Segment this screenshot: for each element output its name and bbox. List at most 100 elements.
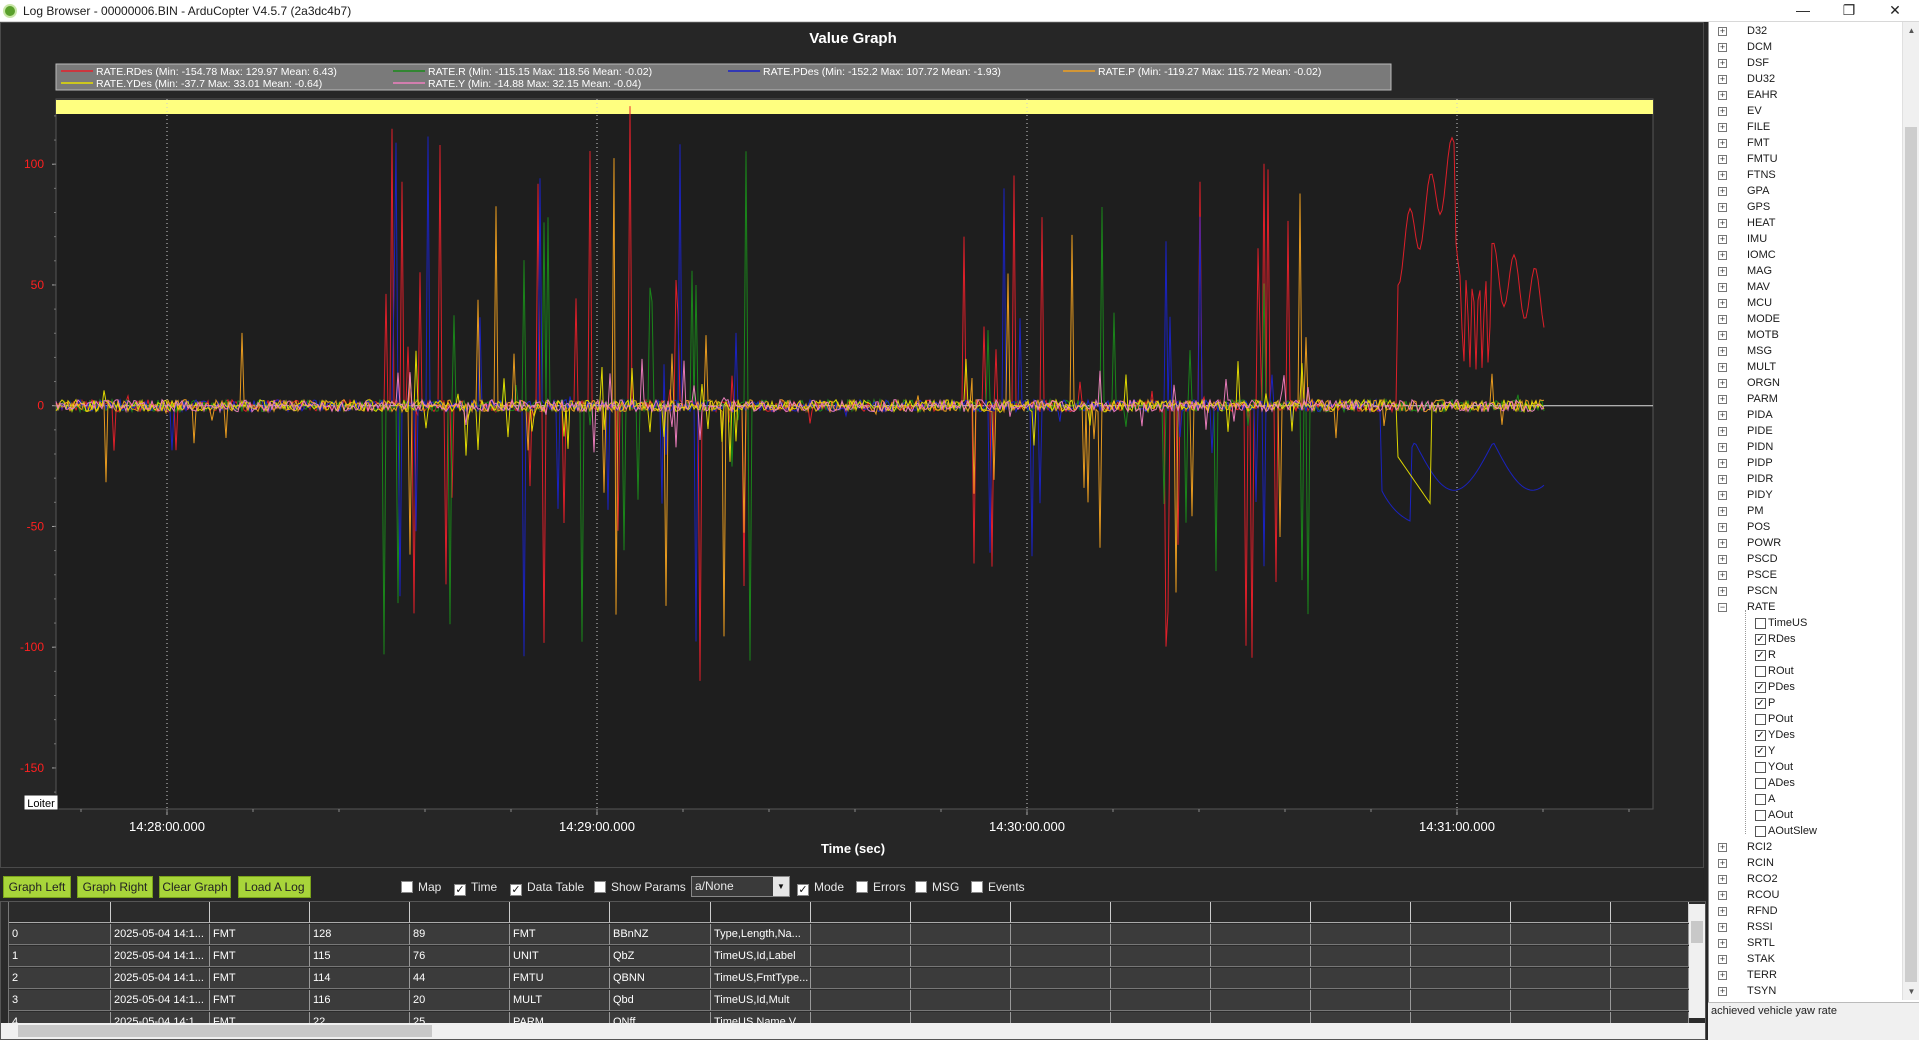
expand-icon[interactable]: + (1718, 123, 1727, 132)
tree-node-heat[interactable]: + HEAT (1709, 216, 1899, 232)
column-header[interactable] (210, 902, 310, 923)
table-cell[interactable] (1611, 946, 1689, 967)
table-cell[interactable]: BBnNZ (610, 924, 711, 945)
expand-icon[interactable]: + (1718, 91, 1727, 100)
tree-node-fmt[interactable]: + FMT (1709, 136, 1899, 152)
collapse-icon[interactable]: − (1718, 603, 1727, 612)
column-header[interactable] (1511, 902, 1611, 923)
combo-arrow-icon[interactable]: ▼ (773, 877, 789, 896)
tree-field-yout[interactable]: YOut (1709, 760, 1899, 776)
expand-icon[interactable]: + (1718, 43, 1727, 52)
tree-field-r[interactable]: ✓ R (1709, 648, 1899, 664)
tree-node-srtl[interactable]: + SRTL (1709, 936, 1899, 952)
expand-icon[interactable]: + (1718, 235, 1727, 244)
graph-right-button[interactable]: Graph Right (77, 876, 153, 898)
table-cell[interactable]: 20 (410, 990, 510, 1011)
expand-icon[interactable]: + (1718, 395, 1727, 404)
table-cell[interactable]: QbZ (610, 946, 711, 967)
column-header[interactable] (510, 902, 610, 923)
tree-node-pide[interactable]: + PIDE (1709, 424, 1899, 440)
tree-node-rssi[interactable]: + RSSI (1709, 920, 1899, 936)
tree-node-iomc[interactable]: + IOMC (1709, 248, 1899, 264)
map-checkbox[interactable]: Map (401, 880, 441, 896)
table-cell[interactable]: FMTU (510, 968, 610, 989)
events-checkbox[interactable]: Events (971, 880, 1025, 896)
tree-field-aout[interactable]: AOut (1709, 808, 1899, 824)
expand-icon[interactable]: + (1718, 427, 1727, 436)
column-header[interactable] (811, 902, 911, 923)
table-cell[interactable] (1411, 968, 1511, 989)
table-cell[interactable]: FMT (210, 946, 310, 967)
graph-left-button[interactable]: Graph Left (3, 876, 71, 898)
map-checkbox-box[interactable] (401, 881, 413, 893)
column-header[interactable] (1611, 902, 1689, 923)
errors-checkbox[interactable]: Errors (856, 880, 906, 896)
tree-field-rout[interactable]: ROut (1709, 664, 1899, 680)
table-cell[interactable] (1211, 968, 1311, 989)
table-cell[interactable]: 0 (9, 924, 111, 945)
table-cell[interactable]: 2025-05-04 14:1... (111, 946, 210, 967)
field-checkbox[interactable] (1755, 826, 1766, 837)
tree-node-pidn[interactable]: + PIDN (1709, 440, 1899, 456)
column-header[interactable] (111, 902, 210, 923)
expand-icon[interactable]: + (1718, 299, 1727, 308)
time-checkbox-box[interactable]: ✓ (454, 884, 466, 896)
tree-node-rcou[interactable]: + RCOU (1709, 888, 1899, 904)
log-data-table[interactable]: 0 2025-05-04 14:1... FMT 128 89 FMT BBnNZ Type,… (0, 901, 1706, 1040)
table-cell[interactable]: 2025-05-04 14:1... (111, 968, 210, 989)
tree-node-rcin[interactable]: + RCIN (1709, 856, 1899, 872)
expand-icon[interactable]: + (1718, 363, 1727, 372)
table-cell[interactable]: FMT (210, 990, 310, 1011)
table-cell[interactable]: TimeUS,Id,Label (711, 946, 811, 967)
time-checkbox[interactable]: ✓ Time (454, 880, 497, 896)
tree-node-dsf[interactable]: + DSF (1709, 56, 1899, 72)
mode-checkbox[interactable]: ✓ Mode (797, 880, 844, 896)
expand-icon[interactable]: + (1718, 171, 1727, 180)
table-cell[interactable] (1611, 968, 1689, 989)
tree-node-psce[interactable]: + PSCE (1709, 568, 1899, 584)
table-cell[interactable] (911, 968, 1011, 989)
table-cell[interactable] (1311, 946, 1411, 967)
events-checkbox-box[interactable] (971, 881, 983, 893)
table-cell[interactable]: QBNN (610, 968, 711, 989)
table-cell[interactable] (911, 946, 1011, 967)
expand-icon[interactable]: + (1718, 555, 1727, 564)
tree-field-pout[interactable]: POut (1709, 712, 1899, 728)
field-checkbox[interactable] (1755, 762, 1766, 773)
table-cell[interactable] (1311, 924, 1411, 945)
expand-icon[interactable]: + (1718, 27, 1727, 36)
data-table-checkbox[interactable]: ✓ Data Table (510, 880, 584, 896)
table-cell[interactable] (1111, 990, 1211, 1011)
tree-node-stak[interactable]: + STAK (1709, 952, 1899, 968)
expand-icon[interactable]: + (1718, 155, 1727, 164)
table-cell[interactable]: FMT (510, 924, 610, 945)
tree-node-pidr[interactable]: + PIDR (1709, 472, 1899, 488)
expand-icon[interactable]: + (1718, 347, 1727, 356)
table-cell[interactable] (1411, 924, 1511, 945)
show-params-checkbox-box[interactable] (594, 881, 606, 893)
expand-icon[interactable]: + (1718, 315, 1727, 324)
table-horizontal-scrollbar[interactable] (1, 1023, 1705, 1039)
tree-node-pm[interactable]: + PM (1709, 504, 1899, 520)
field-checkbox[interactable]: ✓ (1755, 730, 1766, 741)
table-cell[interactable] (1311, 968, 1411, 989)
table-cell[interactable]: 44 (410, 968, 510, 989)
tree-node-terr[interactable]: + TERR (1709, 968, 1899, 984)
field-checkbox[interactable] (1755, 618, 1766, 629)
expand-icon[interactable]: + (1718, 251, 1727, 260)
table-cell[interactable]: 2025-05-04 14:1... (111, 924, 210, 945)
expand-icon[interactable]: + (1718, 571, 1727, 580)
errors-checkbox-box[interactable] (856, 881, 868, 893)
value-graph-chart[interactable]: Value Graph RATE.RDes (Min: -154.78 Max: … (1, 23, 1705, 869)
table-cell[interactable]: 128 (310, 924, 410, 945)
field-checkbox[interactable]: ✓ (1755, 698, 1766, 709)
table-cell[interactable] (1611, 990, 1689, 1011)
tree-node-tsyn[interactable]: + TSYN (1709, 984, 1899, 1000)
tree-vertical-scrollbar[interactable]: ▲ ▼ (1902, 22, 1919, 1000)
tree-field-p[interactable]: ✓ P (1709, 696, 1899, 712)
tree-node-file[interactable]: + FILE (1709, 120, 1899, 136)
table-cell[interactable] (1511, 924, 1611, 945)
table-cell[interactable] (911, 990, 1011, 1011)
expand-icon[interactable]: + (1718, 443, 1727, 452)
show-params-checkbox[interactable]: Show Params (594, 880, 686, 896)
